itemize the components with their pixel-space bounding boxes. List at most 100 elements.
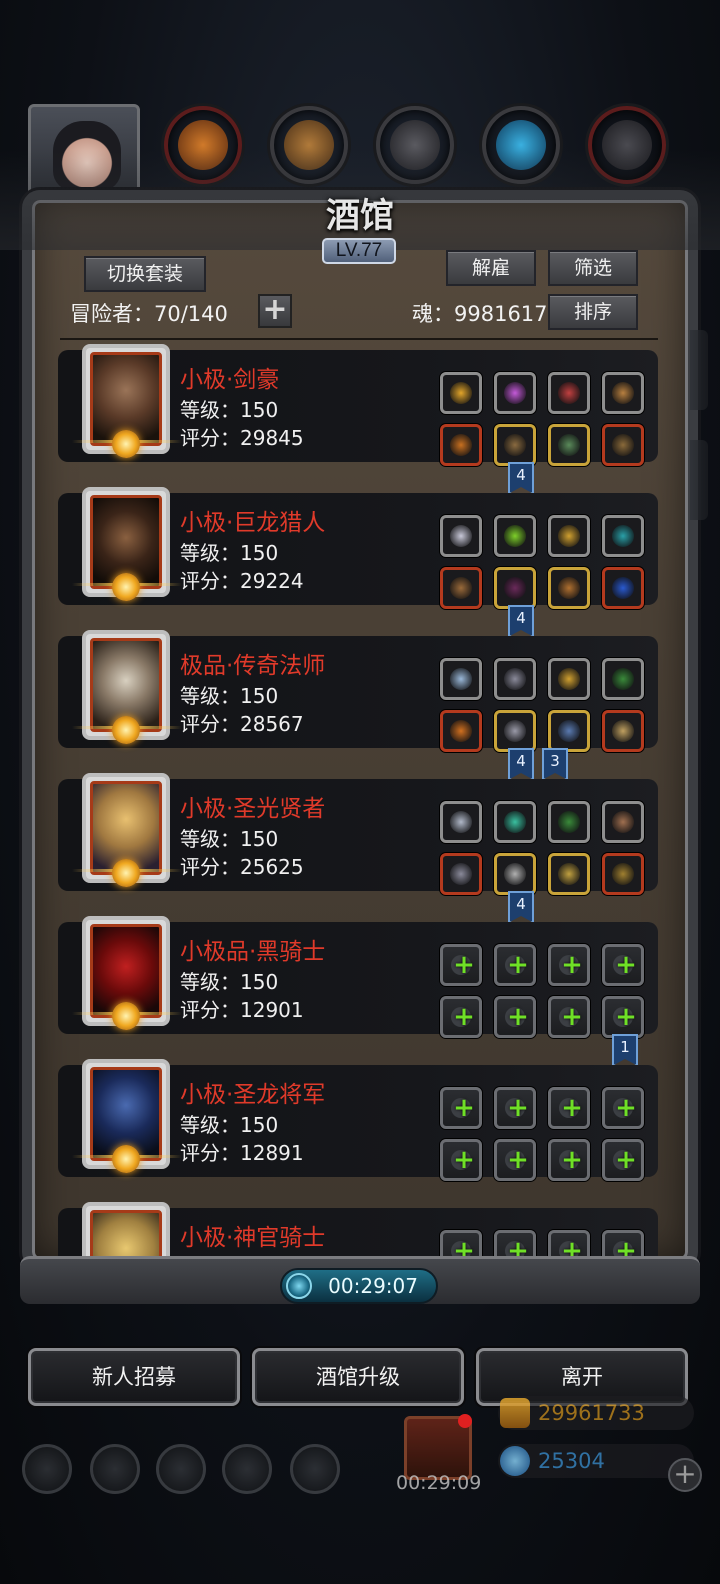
hero-portrait[interactable]	[72, 487, 182, 601]
musket-icon[interactable]	[440, 567, 482, 609]
armor-slot-icon[interactable]: +	[494, 1087, 536, 1129]
tab-forge[interactable]	[588, 106, 666, 184]
sword-icon[interactable]	[440, 424, 482, 466]
amulet-slot-icon[interactable]: +	[602, 944, 644, 986]
crown-icon	[450, 382, 472, 404]
hero-list[interactable]: 小极·剑豪 等级：150 评分：29845 4 小极·巨龙猎人 等级：150 评分：2922…	[56, 340, 676, 1256]
rank-emblem-icon	[112, 1145, 140, 1173]
hero-card[interactable]: 极品·传奇法师 等级：150 评分：28567	[58, 630, 658, 752]
hero-card[interactable]: 小极·剑豪 等级：150 评分：29845	[58, 344, 658, 466]
slingshot-icon[interactable]	[602, 801, 644, 843]
add-equipment-icon: +	[561, 1093, 583, 1123]
map-icon[interactable]	[156, 1444, 206, 1494]
shield-green-icon[interactable]	[602, 658, 644, 700]
hero-portrait[interactable]	[72, 773, 182, 887]
add-equipment-icon: +	[453, 1145, 475, 1175]
sort-button[interactable]: 排序	[548, 294, 638, 330]
add-equipment-icon: +	[507, 1236, 529, 1256]
filter-button[interactable]: 筛选	[548, 250, 638, 286]
cloak-slot-icon[interactable]: +	[494, 996, 536, 1038]
settings-icon[interactable]	[22, 1444, 72, 1494]
helmet-slot-icon[interactable]: +	[440, 1087, 482, 1129]
tab-anvil[interactable]	[376, 106, 454, 184]
armor-slot-icon[interactable]: +	[494, 1230, 536, 1256]
hero-portrait[interactable]	[72, 630, 182, 744]
weapon-slot-icon[interactable]: +	[440, 996, 482, 1038]
shield-green-icon[interactable]	[548, 801, 590, 843]
helmet-slot-icon[interactable]: +	[440, 944, 482, 986]
amulet-slot-icon[interactable]: +	[602, 1087, 644, 1129]
add-equipment-icon: +	[507, 950, 529, 980]
hero-portrait[interactable]	[72, 344, 182, 458]
soul-counter: 魂：9981617	[412, 302, 548, 326]
lantern-icon[interactable]	[548, 658, 590, 700]
upgrade-tavern-button[interactable]: 酒馆升级	[252, 1348, 464, 1406]
horn-icon[interactable]	[548, 372, 590, 414]
armor-icon[interactable]	[494, 424, 536, 466]
tab-equipment-orange[interactable]	[164, 106, 242, 184]
ring-slot-icon[interactable]: +	[548, 1230, 590, 1256]
pendant-icon[interactable]	[548, 567, 590, 609]
hero-portrait[interactable]	[72, 1059, 182, 1173]
hero-card[interactable]: 小极·巨龙猎人 等级：150 评分：29224	[58, 487, 658, 609]
staff-icon[interactable]	[440, 710, 482, 752]
add-equipment-icon: +	[453, 1236, 475, 1256]
recruit-button[interactable]: 新人招募	[28, 1348, 240, 1406]
tab-scrolls[interactable]	[270, 106, 348, 184]
gem-pink-icon[interactable]	[494, 372, 536, 414]
amulet-slot-icon[interactable]: +	[602, 1230, 644, 1256]
gem-slot-icon[interactable]: +	[602, 1139, 644, 1181]
hero-score: 评分：29224	[180, 569, 304, 593]
target-icon[interactable]	[290, 1444, 340, 1494]
leaf-gem-icon[interactable]	[494, 515, 536, 557]
sapphire-icon[interactable]	[602, 567, 644, 609]
cloak-slot-icon[interactable]: +	[494, 1139, 536, 1181]
hero-card[interactable]: 小极品·黑骑士 等级：150 评分：12901 + + + + + + + +	[58, 916, 658, 1038]
ring-slot-icon[interactable]: +	[548, 944, 590, 986]
dismiss-button[interactable]: 解雇	[446, 250, 536, 286]
hero-card[interactable]: 小极·神官骑士++++++++	[58, 1202, 658, 1256]
add-equipment-icon: +	[453, 1002, 475, 1032]
mail-icon[interactable]	[222, 1444, 272, 1494]
add-currency-button[interactable]: +	[668, 1458, 702, 1492]
hero-card[interactable]: 小极·圣光贤者 等级：150 评分：25625	[58, 773, 658, 895]
necklace-icon[interactable]	[602, 372, 644, 414]
hero-portrait[interactable]	[72, 916, 182, 1030]
orb-icon[interactable]	[494, 801, 536, 843]
hero-portrait[interactable]	[82, 1202, 170, 1256]
tab-avatar[interactable]	[28, 104, 140, 200]
crown-icon[interactable]	[440, 372, 482, 414]
frost-helmet-icon[interactable]	[440, 658, 482, 700]
boots-slot-icon[interactable]: +	[548, 996, 590, 1038]
potion-icon[interactable]	[602, 424, 644, 466]
cloak-icon[interactable]	[494, 567, 536, 609]
weapon-slot-icon[interactable]: +	[440, 1139, 482, 1181]
star-icon[interactable]	[90, 1444, 140, 1494]
vest-icon[interactable]	[494, 853, 536, 895]
teal-stone-icon[interactable]	[602, 515, 644, 557]
add-slot-button[interactable]: +	[258, 294, 292, 328]
gift-timer: 00:29:09	[396, 1472, 482, 1494]
switch-outfit-button[interactable]: 切换套装	[84, 256, 206, 292]
hammer-icon[interactable]	[440, 853, 482, 895]
chest-plate-icon[interactable]	[494, 710, 536, 752]
armor-slot-icon[interactable]: +	[494, 944, 536, 986]
side-tab[interactable]	[690, 440, 708, 520]
side-tab[interactable]	[690, 330, 708, 410]
wand-icon[interactable]	[548, 710, 590, 752]
add-equipment-icon: +	[561, 950, 583, 980]
ore-icon[interactable]	[494, 658, 536, 700]
hero-card[interactable]: 小极·圣龙将军 等级：150 评分：12891 + + + + + + + +	[58, 1059, 658, 1181]
boots-slot-icon[interactable]: +	[548, 1139, 590, 1181]
ring-icon[interactable]	[548, 424, 590, 466]
ring-slot-icon[interactable]: +	[548, 1087, 590, 1129]
silver-helmet-icon[interactable]	[440, 801, 482, 843]
helmet-slot-icon[interactable]: +	[440, 1230, 482, 1256]
tab-crystal[interactable]	[482, 106, 560, 184]
wing-helmet-icon[interactable]	[440, 515, 482, 557]
gem-slot-icon[interactable]: +	[602, 996, 644, 1038]
lantern-icon[interactable]	[548, 515, 590, 557]
crown-dark-icon[interactable]	[548, 853, 590, 895]
amulet-icon[interactable]	[602, 853, 644, 895]
mask-icon[interactable]	[602, 710, 644, 752]
